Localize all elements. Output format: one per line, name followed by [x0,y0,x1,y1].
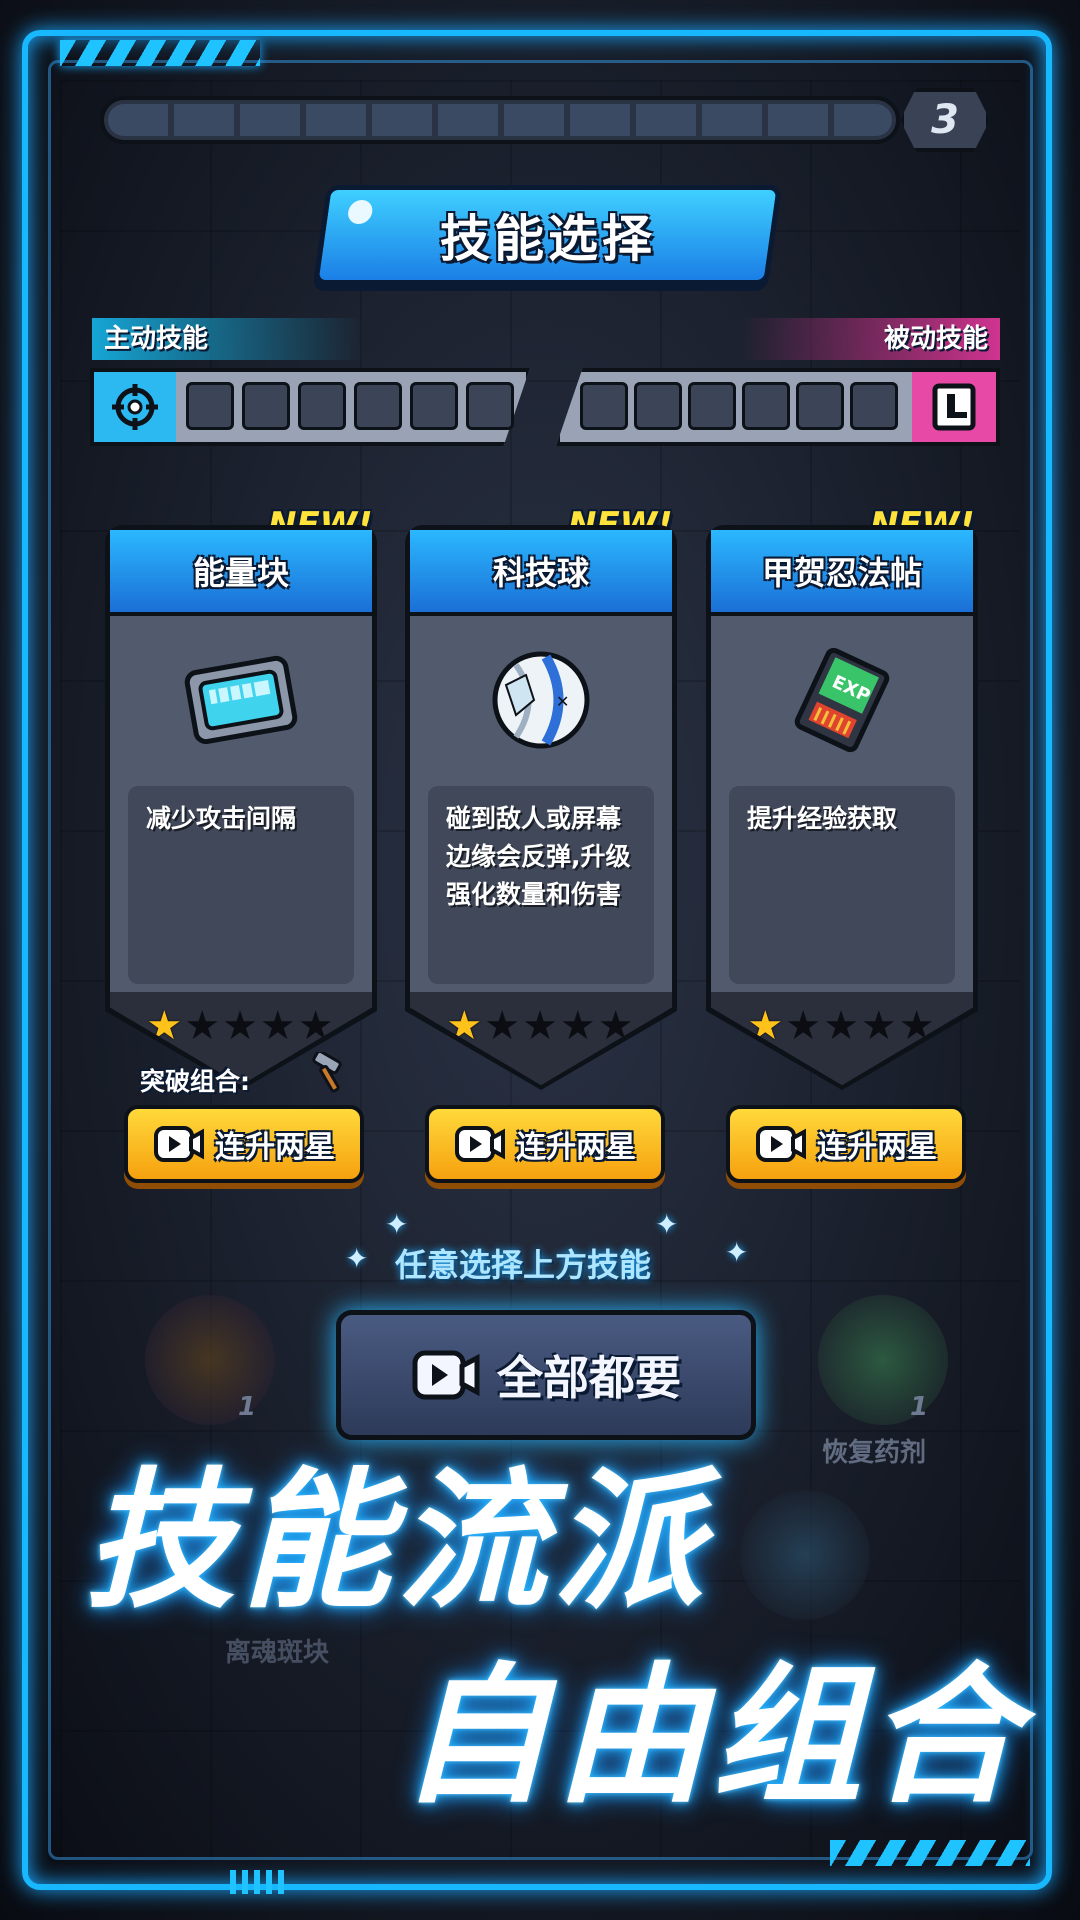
exp-progress-bar [100,96,900,144]
passive-slot [634,382,682,430]
svg-text:✕: ✕ [556,692,569,711]
title-banner: 技能选择 [312,185,783,285]
active-slot [466,382,514,430]
frame-stripes-bottom [830,1840,1030,1866]
card-body: 甲贺忍法帖 EXP 提升经验获取 ★★★★★ [711,530,973,1085]
video-ad-icon [154,1126,204,1162]
card-header: 甲贺忍法帖 [711,530,973,616]
slogan-line-1: 技能流派 [85,1455,710,1629]
device-icon [912,372,996,442]
active-slot [186,382,234,430]
upgrade-two-stars-button[interactable]: 连升两星 [124,1105,364,1183]
card-title: 能量块 [192,554,289,592]
crosshair-icon [94,372,176,442]
card-body: 能量块 减少攻击间隔 ★★★★★ [110,530,372,1085]
video-ad-icon [756,1126,806,1162]
sparkle-icon: ✦ [385,1208,409,1241]
card-header: 能量块 [110,530,372,616]
energy-block-icon [110,620,372,780]
exp-progress-segments [108,104,892,136]
tech-ball-icon: ✕ [410,620,672,780]
active-slot [354,382,402,430]
card-body: 科技球 ✕ 碰到敌人或屏幕边缘会反弹,升级强化数量和伤害 ★★★★★ [410,530,672,1085]
frame-stripes-top [60,40,260,66]
choose-hint: 任意选择上方技能 [395,1246,652,1284]
upgrade-button-label: 连升两星 [516,1130,636,1165]
passive-slot [796,382,844,430]
upgrade-two-stars-button[interactable]: 连升两星 [425,1105,665,1183]
skill-card-tech-ball[interactable]: 科技球 ✕ 碰到敌人或屏幕边缘会反弹,升级强化数量和伤害 ★★★★★ [405,525,677,1090]
exp-card-icon: EXP [711,620,973,780]
breakthrough-label: 突破组合: [140,1067,250,1096]
level-number: 3 [931,97,959,143]
skill-card-exp-scroll[interactable]: 甲贺忍法帖 EXP 提升经验获取 ★★★★★ [706,525,978,1090]
sparkle-icon: ✦ [655,1208,679,1241]
passive-slot [580,382,628,430]
hammer-icon [310,1049,350,1098]
passive-slot [742,382,790,430]
star-empty-icon: ★★★★ [484,1003,636,1049]
active-slot [410,382,458,430]
card-description: 减少攻击间隔 [128,786,354,984]
slogan-line-2: 自由组合 [400,1650,1025,1824]
upgrade-button-label: 连升两星 [817,1130,937,1165]
card-description: 碰到敌人或屏幕边缘会反弹,升级强化数量和伤害 [428,786,654,984]
sparkle-icon: ✦ [725,1236,749,1269]
passive-skill-label: 被动技能 [740,318,1000,360]
banner-dot [346,200,374,224]
sparkle-icon: ✦ [345,1242,369,1275]
active-slot [298,382,346,430]
level-badge: 3 [900,88,990,152]
star-empty-icon: ★★★★ [184,1003,336,1049]
passive-slot [850,382,898,430]
active-skill-label: 主动技能 [92,318,364,360]
card-title: 科技球 [492,554,589,592]
card-title: 甲贺忍法帖 [761,554,922,592]
take-all-label: 全部都要 [497,1351,681,1405]
card-description: 提升经验获取 [729,786,955,984]
frame-ticks [230,1870,290,1894]
upgrade-button-label: 连升两星 [215,1130,335,1165]
card-header: 科技球 [410,530,672,616]
skill-card-energy-block[interactable]: 能量块 减少攻击间隔 ★★★★★ [105,525,377,1090]
passive-slot [688,382,736,430]
video-ad-icon [455,1126,505,1162]
page-title: 技能选择 [439,210,656,268]
video-ad-icon [412,1350,480,1400]
upgrade-two-stars-button[interactable]: 连升两星 [726,1105,966,1183]
star-empty-icon: ★★★★ [785,1003,937,1049]
active-slot [242,382,290,430]
